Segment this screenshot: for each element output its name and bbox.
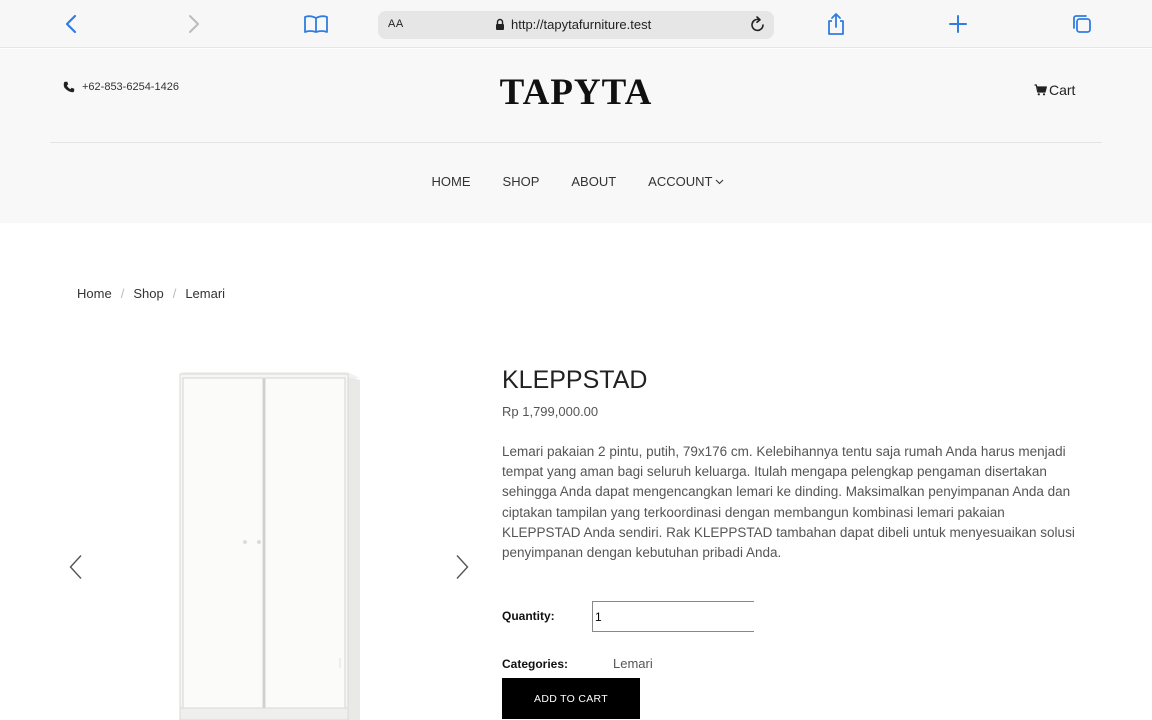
breadcrumb-separator: / (172, 286, 177, 301)
reload-icon[interactable] (748, 15, 768, 40)
product-description: Lemari pakaian 2 pintu, putih, 79x176 cm… (502, 444, 1075, 561)
quantity-label: Quantity: (502, 609, 555, 623)
breadcrumb-shop[interactable]: Shop (133, 286, 163, 301)
bookmarks-icon[interactable] (302, 10, 330, 38)
category-link[interactable]: Lemari (613, 656, 653, 671)
chevron-left-icon (69, 555, 82, 579)
gallery-prev-button[interactable] (68, 554, 84, 585)
breadcrumb-separator: / (120, 286, 125, 301)
url-text: http://tapytafurniture.test (511, 17, 652, 32)
site-logo[interactable]: TAPYTA (0, 71, 1152, 114)
add-to-cart-button[interactable]: ADD TO CART (502, 678, 640, 719)
address-bar[interactable]: AA http://tapytafurniture.test (378, 11, 774, 39)
breadcrumb-current: Lemari (185, 286, 226, 301)
product-title: KLEPPSTAD (502, 366, 648, 394)
forward-icon[interactable] (180, 10, 208, 38)
back-icon[interactable] (57, 10, 85, 38)
nav-account-label: ACCOUNT (648, 174, 713, 189)
product-price: Rp 1,799,000.00 (502, 404, 599, 419)
lock-icon (495, 18, 505, 36)
header-divider (50, 142, 1102, 143)
share-icon[interactable] (822, 10, 850, 38)
site-header: +62-853-6254-1426 TAPYTA Cart HOME SHOP … (0, 49, 1152, 223)
nav-shop[interactable]: SHOP (499, 174, 540, 189)
new-tab-icon[interactable] (944, 10, 972, 38)
product-image (175, 368, 365, 720)
quantity-input[interactable] (592, 601, 754, 632)
browser-toolbar: AA http://tapytafurniture.test (0, 0, 1152, 48)
nav-account[interactable]: ACCOUNT (644, 174, 724, 189)
cart-link[interactable]: Cart (1034, 82, 1075, 98)
breadcrumb: Home / Shop / Lemari (77, 286, 225, 301)
text-size-button[interactable]: AA (388, 18, 404, 30)
main-nav: HOME SHOP ABOUT ACCOUNT (0, 174, 1152, 189)
gallery-next-button[interactable] (454, 554, 470, 585)
tabs-icon[interactable] (1068, 10, 1096, 38)
nav-home[interactable]: HOME (428, 174, 471, 189)
categories-label: Categories: (502, 657, 569, 671)
nav-about[interactable]: ABOUT (567, 174, 616, 189)
breadcrumb-home[interactable]: Home (77, 286, 112, 301)
cart-icon (1034, 84, 1047, 96)
chevron-down-icon (716, 179, 724, 184)
chevron-right-icon (456, 555, 469, 579)
cart-label: Cart (1049, 82, 1076, 98)
